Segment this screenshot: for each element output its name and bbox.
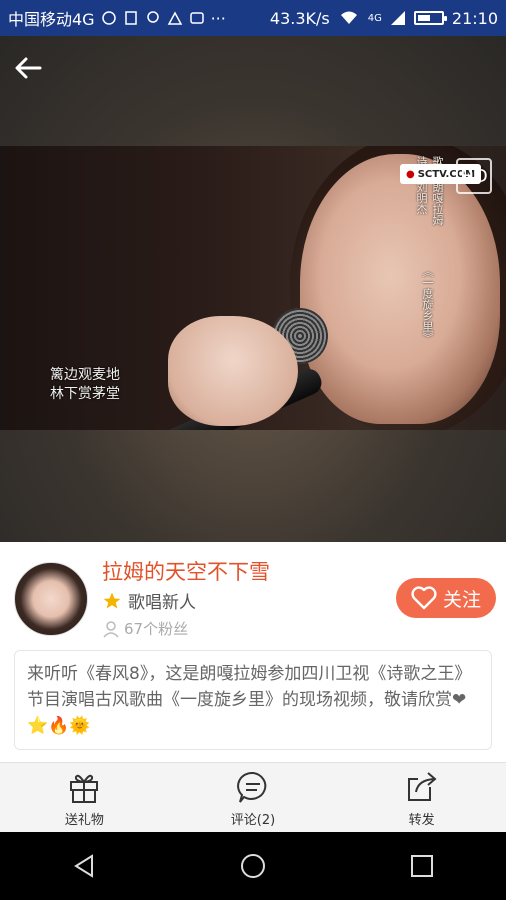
network-type: 4G: [367, 12, 382, 24]
nav-recents-button[interactable]: [392, 836, 452, 896]
notification-icon: [189, 12, 204, 24]
signal-icon: [390, 11, 405, 25]
comment-label: 评论(2): [230, 812, 276, 828]
avatar[interactable]: [14, 562, 88, 636]
back-triangle-icon: [74, 854, 94, 878]
share-button[interactable]: 转发: [337, 763, 506, 833]
video-player[interactable]: 篱边观麦地 林下赏茅堂 歌手 朗嘎拉姆 诗人 刘明杰 《一度旋乡里》 ● SCTV…: [0, 146, 506, 430]
notification-icon: [101, 11, 116, 25]
hd-badge: HD: [456, 158, 492, 194]
notification-icon: [146, 11, 159, 23]
network-speed: 43.3K/s: [269, 8, 330, 28]
send-gift-label: 送礼物: [64, 812, 104, 828]
system-nav-bar: [0, 832, 506, 900]
fans-count[interactable]: 67个粉丝: [102, 618, 188, 639]
wifi-icon: [340, 11, 357, 24]
action-bar: 送礼物 评论(2) 转发: [0, 762, 506, 833]
notification-icon: [124, 11, 137, 25]
video-still-singer: [300, 154, 500, 424]
description-text: 来听听《春风8》，这是朗嘎拉姆参加四川卫视《诗歌之王》节目演唱古风歌曲《一度旋乡…: [27, 664, 472, 710]
status-bar: 中国移动4G ··· 43.3K/s 4G 21:10: [0, 0, 506, 36]
home-circle-icon: [240, 854, 265, 878]
description-box: 来听听《春风8》，这是朗嘎拉姆参加四川卫视《诗歌之王》节目演唱古风歌曲《一度旋乡…: [14, 650, 492, 750]
fans-icon: [103, 620, 119, 638]
level-label: 歌唱新人: [128, 593, 196, 613]
share-label: 转发: [408, 812, 435, 828]
nav-home-button[interactable]: [223, 836, 283, 896]
nav-back-button[interactable]: [54, 836, 114, 896]
subtitle-line: 篱边观麦地: [50, 367, 120, 383]
share-icon: [407, 771, 437, 801]
comment-icon: [237, 771, 267, 803]
notification-icon: [167, 11, 182, 25]
video-still-hand: [168, 316, 298, 426]
follow-label: 关注: [442, 588, 481, 611]
battery-icon: [413, 11, 447, 25]
star-icon: [103, 592, 121, 608]
gift-icon: [70, 774, 99, 803]
carrier-label: 中国移动4G: [8, 10, 95, 29]
profile-card: 拉姆的天空不下雪 歌唱新人 67个粉丝 关注 来听听《春风8》，这是朗嘎拉姆参加…: [0, 542, 506, 762]
video-area[interactable]: 篱边观麦地 林下赏茅堂 歌手 朗嘎拉姆 诗人 刘明杰 《一度旋乡里》 ● SCTV…: [0, 36, 506, 542]
send-gift-button[interactable]: 送礼物: [0, 763, 169, 833]
user-level: 歌唱新人: [102, 588, 196, 613]
back-button[interactable]: [10, 50, 50, 86]
video-caption-song: 《一度旋乡里》: [421, 266, 434, 343]
subtitle-line: 林下赏茅堂: [50, 386, 120, 402]
more-notifications-icon: ···: [210, 8, 226, 28]
follow-button[interactable]: 关注: [396, 578, 496, 618]
username[interactable]: 拉姆的天空不下雪: [102, 556, 270, 586]
heart-icon: [411, 586, 437, 610]
video-subtitle: 篱边观麦地 林下赏茅堂: [50, 366, 120, 404]
recents-square-icon: [410, 855, 433, 877]
comment-button[interactable]: 评论(2): [169, 763, 338, 833]
fans-label: 67个粉丝: [124, 620, 189, 638]
back-arrow-icon: [15, 57, 42, 79]
clock: 21:10: [451, 8, 498, 28]
